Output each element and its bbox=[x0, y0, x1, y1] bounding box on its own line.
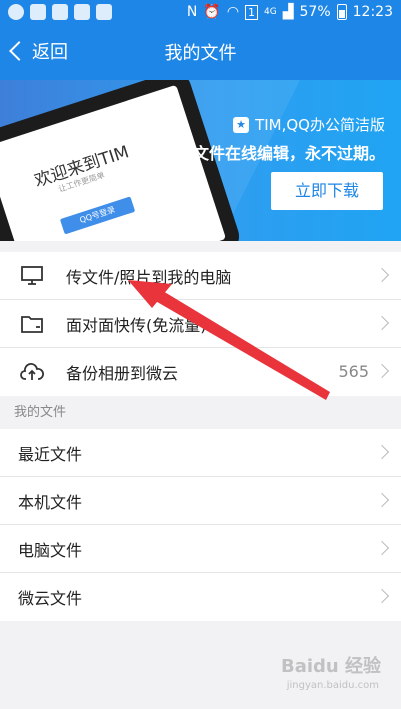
folder-icon bbox=[20, 312, 44, 336]
wifi-icon: ◠ bbox=[226, 4, 240, 20]
status-left bbox=[8, 4, 112, 20]
list-item-label: 最近文件 bbox=[18, 444, 83, 464]
battery-percent: 57% bbox=[299, 4, 331, 20]
list-item-label: 备份相册到微云 bbox=[66, 364, 179, 383]
file-list: 最近文件 本机文件 电脑文件 微云文件 bbox=[0, 429, 401, 621]
promo-banner[interactable]: 欢迎来到TIM 让工作更简单 QQ号登录 ★ TIM,QQ办公简洁版 文件在线编… bbox=[0, 80, 401, 241]
app-icon bbox=[52, 4, 68, 20]
page-title: 我的文件 bbox=[164, 43, 237, 64]
watermark: Baidu 经验 bbox=[280, 656, 381, 677]
status-bar: N ⏰ ◠ 1 4G ▟ 57% 12:23 bbox=[0, 0, 401, 24]
sim-indicator: 1 bbox=[245, 4, 259, 20]
list-item-label: 微云文件 bbox=[18, 589, 83, 608]
brand-text: TIM,QQ办公简洁版 bbox=[255, 116, 385, 134]
network-type: 4G bbox=[264, 7, 277, 17]
chevron-right-icon bbox=[374, 540, 390, 556]
list-item-label: 面对面快传(免流量) bbox=[66, 315, 207, 335]
photo-count: 565 bbox=[338, 362, 369, 381]
list-item-send-to-pc[interactable]: 传文件/照片到我的电脑 bbox=[0, 252, 401, 300]
app-icon bbox=[74, 4, 90, 20]
chevron-right-icon bbox=[374, 267, 390, 283]
list-item-recent-files[interactable]: 最近文件 bbox=[0, 429, 401, 477]
add-icon bbox=[8, 4, 24, 20]
list-item-label: 传文件/照片到我的电脑 bbox=[66, 267, 232, 287]
section-header: 我的文件 bbox=[0, 398, 401, 428]
quick-actions-list: 传文件/照片到我的电脑 面对面快传(免流量) 备份相册到微云 565 bbox=[0, 252, 401, 396]
cloud-upload-icon bbox=[20, 360, 44, 384]
banner-slogan: 文件在线编辑，永不过期。 bbox=[192, 144, 385, 163]
app-icon bbox=[96, 4, 112, 20]
chevron-right-icon bbox=[374, 315, 390, 331]
phone-login-button: QQ号登录 bbox=[59, 196, 136, 235]
list-item-face-to-face[interactable]: 面对面快传(免流量) bbox=[0, 300, 401, 348]
status-right: N ⏰ ◠ 1 4G ▟ 57% 12:23 bbox=[187, 4, 393, 20]
photo-icon bbox=[30, 4, 46, 20]
watermark-url: jingyan.baidu.com bbox=[286, 680, 379, 691]
battery-icon bbox=[336, 4, 347, 20]
list-item-weiyun-files[interactable]: 微云文件 bbox=[0, 573, 401, 621]
chevron-right-icon bbox=[374, 363, 390, 379]
nav-bar: 返回 我的文件 bbox=[0, 24, 401, 80]
monitor-icon bbox=[20, 264, 44, 288]
list-item-label: 本机文件 bbox=[18, 492, 83, 512]
chevron-right-icon bbox=[374, 444, 390, 460]
download-button[interactable]: 立即下载 bbox=[271, 172, 383, 210]
clock: 12:23 bbox=[352, 4, 393, 20]
chevron-right-icon bbox=[374, 588, 390, 604]
nfc-indicator: N bbox=[186, 4, 198, 20]
list-item-label: 电脑文件 bbox=[18, 540, 83, 560]
banner-brand: ★ TIM,QQ办公简洁版 bbox=[233, 114, 385, 135]
chevron-right-icon bbox=[374, 492, 390, 508]
star-icon: ★ bbox=[233, 116, 250, 133]
signal-icon: ▟ bbox=[282, 4, 294, 20]
list-item-backup-album[interactable]: 备份相册到微云 565 bbox=[0, 348, 401, 396]
alarm-icon: ⏰ bbox=[203, 4, 221, 20]
list-item-pc-files[interactable]: 电脑文件 bbox=[0, 525, 401, 573]
list-item-local-files[interactable]: 本机文件 bbox=[0, 477, 401, 525]
